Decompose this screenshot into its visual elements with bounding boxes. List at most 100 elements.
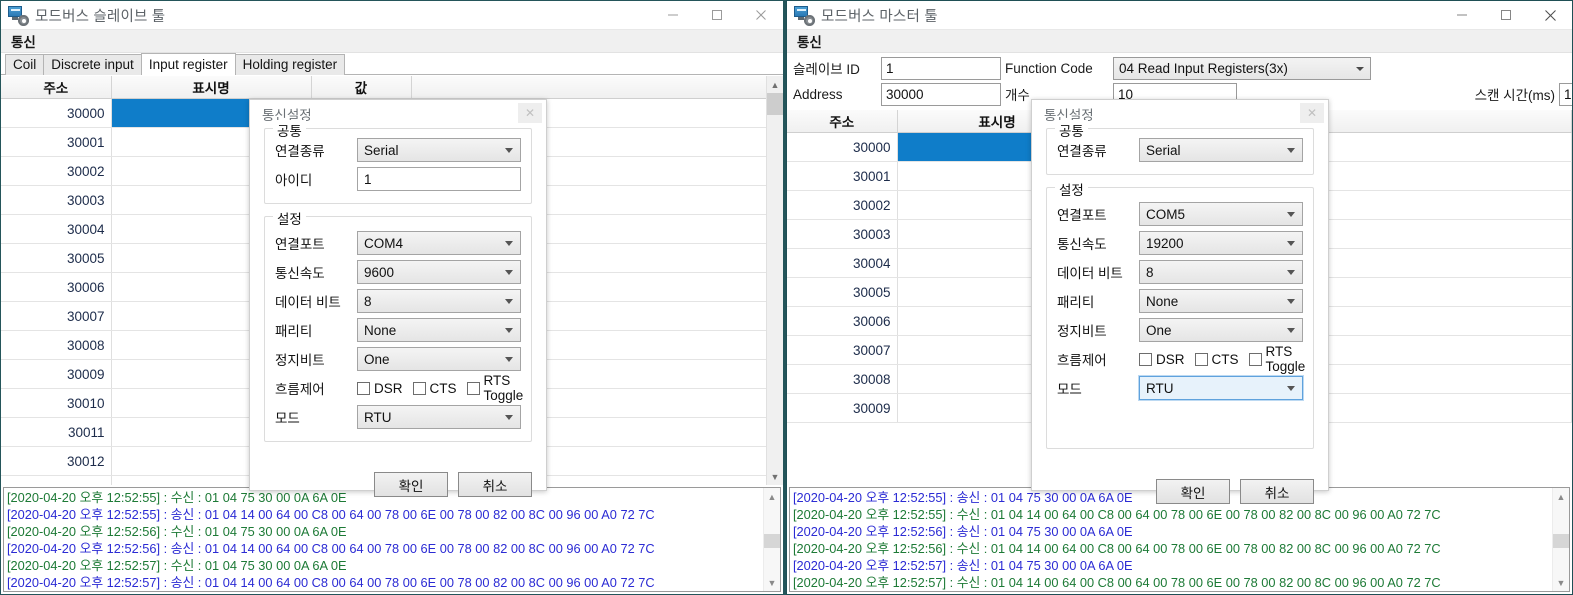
checkbox-dsr[interactable] (1139, 352, 1152, 366)
function-code-combo[interactable]: 04 Read Input Registers(3x) (1113, 56, 1371, 80)
cell-address[interactable]: 30007 (1, 301, 112, 331)
slave-id-input[interactable]: 1 (357, 167, 521, 191)
master-port-combo[interactable]: COM5 (1139, 202, 1303, 226)
cell-address[interactable]: 30003 (787, 219, 898, 249)
checkbox-cts[interactable] (412, 381, 426, 395)
cell-address[interactable]: 30010 (1, 388, 112, 418)
menu-item-communication[interactable]: 통신 (793, 31, 826, 51)
log-scroll-up-icon[interactable]: ▲ (1553, 488, 1570, 505)
scroll-thumb[interactable] (766, 93, 783, 115)
slave-conn-type-combo[interactable]: Serial (357, 138, 521, 162)
cell-address[interactable]: 30009 (787, 393, 898, 423)
master-stopbits-combo[interactable]: One (1139, 318, 1303, 342)
slave-stopbits-combo[interactable]: One (357, 347, 521, 371)
cell-address[interactable]: 30002 (1, 156, 112, 186)
col-header-address[interactable]: 주소 (1, 76, 112, 99)
slave-comm-settings-dialog: 통신설정 ✕ 공통 연결종류 Serial 아이디 1 설정 연결포트 COM4… (249, 99, 547, 497)
master-comm-settings-dialog: 통신설정 ✕ 공통 연결종류 Serial 설정 연결포트 COM5 통신속도 … (1031, 99, 1329, 504)
slave-port-combo[interactable]: COM4 (357, 231, 521, 255)
checkbox-cts[interactable] (1194, 352, 1208, 366)
cell-address[interactable]: 30004 (787, 248, 898, 278)
close-icon[interactable] (1528, 1, 1572, 30)
slave-log-scrollbar[interactable]: ▲ ▼ (763, 488, 780, 591)
cell-address[interactable]: 30012 (1, 446, 112, 476)
master-log-scrollbar[interactable]: ▲ ▼ (1552, 488, 1569, 591)
scroll-up-icon[interactable]: ▲ (767, 76, 784, 93)
col-header-address[interactable]: 주소 (787, 110, 898, 133)
checkbox-rts-toggle[interactable] (466, 381, 480, 395)
cell-address[interactable]: 30003 (1, 185, 112, 215)
slave-titlebar[interactable]: 모드버스 슬레이브 툴 (1, 1, 783, 30)
master-baud-combo[interactable]: 19200 (1139, 231, 1303, 255)
grid-header-row: 주소 표시명 값 (1, 76, 783, 99)
maximize-icon[interactable] (695, 1, 739, 30)
slave-mode-combo[interactable]: RTU (357, 405, 521, 429)
minimize-icon[interactable] (1440, 1, 1484, 30)
tab-holding-register[interactable]: Holding register (234, 54, 346, 75)
checkbox-dsr[interactable] (357, 381, 370, 395)
log-scroll-up-icon[interactable]: ▲ (764, 488, 781, 505)
flow-control-option[interactable]: DSR (1139, 352, 1185, 367)
slave-stopbits-label: 정지비트 (275, 353, 325, 368)
log-scroll-down-icon[interactable]: ▼ (764, 574, 781, 591)
cell-address[interactable]: 30002 (787, 190, 898, 220)
checkbox-label: RTS Toggle (1265, 344, 1306, 374)
cell-address[interactable]: 30005 (787, 277, 898, 307)
cell-address[interactable]: 30000 (1, 98, 112, 128)
slave-parity-combo[interactable]: None (357, 318, 521, 342)
address-input[interactable]: 30000 (881, 82, 1001, 106)
flow-control-option[interactable]: CTS (1194, 352, 1239, 367)
master-ok-button[interactable]: 확인 (1156, 479, 1230, 504)
cell-address[interactable]: 30008 (787, 364, 898, 394)
slave-field-databits: 데이터 비트 8 (275, 287, 521, 315)
log-scroll-thumb[interactable] (763, 534, 780, 549)
cell-address[interactable]: 30006 (787, 306, 898, 336)
log-scroll-down-icon[interactable]: ▼ (1553, 574, 1570, 591)
scroll-track[interactable] (766, 93, 783, 468)
cell-address[interactable]: 30005 (1, 243, 112, 273)
flow-control-option[interactable]: CTS (412, 381, 457, 396)
slave-id-input[interactable]: 1 (881, 56, 1001, 80)
menu-item-communication[interactable]: 통신 (7, 31, 40, 51)
flow-control-option[interactable]: DSR (357, 381, 403, 396)
scan-time-input[interactable]: 1000 (1559, 82, 1572, 106)
slave-databits-combo[interactable]: 8 (357, 289, 521, 313)
cell-address[interactable]: 30006 (1, 272, 112, 302)
minimize-icon[interactable] (651, 1, 695, 30)
slave-grid-scrollbar[interactable]: ▲ ▼ (766, 76, 783, 485)
master-titlebar[interactable]: 모드버스 마스터 툴 (787, 1, 1572, 30)
cell-address[interactable]: 30004 (1, 214, 112, 244)
log-scroll-thumb[interactable] (1552, 534, 1569, 549)
master-parity-combo[interactable]: None (1139, 289, 1303, 313)
close-icon[interactable] (739, 1, 783, 30)
tab-input-register[interactable]: Input register (140, 53, 236, 75)
col-header-value[interactable]: 값 (311, 76, 412, 99)
cell-address[interactable]: 30001 (787, 161, 898, 191)
checkbox-rts-toggle[interactable] (1248, 352, 1262, 366)
master-conn-type-combo[interactable]: Serial (1139, 138, 1303, 162)
scroll-down-icon[interactable]: ▼ (767, 468, 784, 485)
slave-cancel-button[interactable]: 취소 (458, 472, 532, 497)
slave-baud-combo[interactable]: 9600 (357, 260, 521, 284)
slave-ok-button[interactable]: 확인 (374, 472, 448, 497)
cell-address[interactable]: 30001 (1, 127, 112, 157)
master-mode-combo[interactable]: RTU (1138, 375, 1304, 401)
cell-address[interactable]: 30011 (1, 417, 112, 447)
master-dialog-close-icon[interactable]: ✕ (1300, 103, 1324, 123)
tab-discrete-input[interactable]: Discrete input (43, 54, 142, 75)
slave-dialog-close-icon[interactable]: ✕ (518, 103, 542, 123)
flow-control-option[interactable]: RTS Toggle (1248, 344, 1306, 374)
cell-address[interactable]: 30008 (1, 330, 112, 360)
master-databits-combo[interactable]: 8 (1139, 260, 1303, 284)
cell-address[interactable]: 30013 (1, 475, 112, 485)
slave-group-settings-title: 설정 (273, 208, 306, 228)
cell-address[interactable]: 30009 (1, 359, 112, 389)
tab-coil[interactable]: Coil (5, 54, 45, 75)
maximize-icon[interactable] (1484, 1, 1528, 30)
flow-control-option[interactable]: RTS Toggle (466, 373, 523, 403)
cell-address[interactable]: 30000 (787, 132, 898, 162)
master-cancel-button[interactable]: 취소 (1240, 479, 1314, 504)
cell-address[interactable]: 30007 (787, 335, 898, 365)
slave-menubar: 통신 (1, 30, 783, 53)
col-header-display-name[interactable]: 표시명 (111, 76, 312, 99)
